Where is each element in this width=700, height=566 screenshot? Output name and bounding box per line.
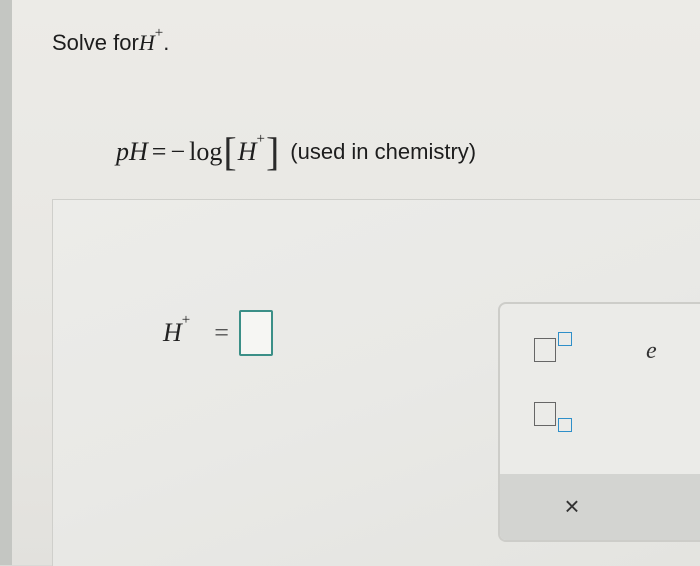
formula-note: (used in chemistry) — [290, 139, 477, 164]
prompt-superscript: + — [154, 25, 164, 41]
ph-formula: pH = − log [ H + ] (used in chemistry) — [116, 129, 477, 174]
prompt-text: Solve for — [52, 30, 139, 55]
question-page: Solve for H + . pH = − log [ H + ] (used… — [12, 0, 700, 566]
toolbar-footer: × ↶ — [500, 474, 700, 540]
math-toolbar: e × ↶ — [498, 302, 700, 542]
formula-arg-superscript: + — [256, 130, 265, 147]
formula-close-bracket: ] — [265, 129, 280, 174]
template-base-box — [534, 402, 556, 426]
superscript-template-icon[interactable] — [534, 332, 572, 362]
answer-equation: H + = — [163, 310, 273, 356]
prompt-period: . — [163, 30, 170, 55]
template-base-box — [534, 338, 556, 362]
answer-superscript: + — [181, 311, 191, 328]
formula-minus: − — [170, 137, 186, 166]
answer-equals: = — [214, 318, 229, 347]
question-prompt: Solve for H + . — [52, 25, 170, 56]
template-subscript-box — [558, 418, 572, 432]
answer-variable: H — [163, 318, 182, 347]
clear-button[interactable]: × — [554, 488, 590, 524]
window-edge — [0, 0, 12, 565]
formula-open-bracket: [ — [223, 129, 237, 174]
formula-lhs: pH — [116, 137, 148, 166]
subscript-template-icon[interactable] — [534, 402, 572, 432]
answer-panel: H + = e × ↶ — [52, 199, 700, 566]
formula-log: log — [189, 137, 223, 166]
prompt-variable: H — [138, 30, 155, 55]
template-superscript-box — [558, 332, 572, 346]
formula-arg: H — [237, 137, 257, 166]
formula-equals: = — [151, 137, 167, 166]
euler-e-button[interactable]: e — [646, 338, 657, 365]
answer-input-box[interactable] — [238, 310, 273, 356]
